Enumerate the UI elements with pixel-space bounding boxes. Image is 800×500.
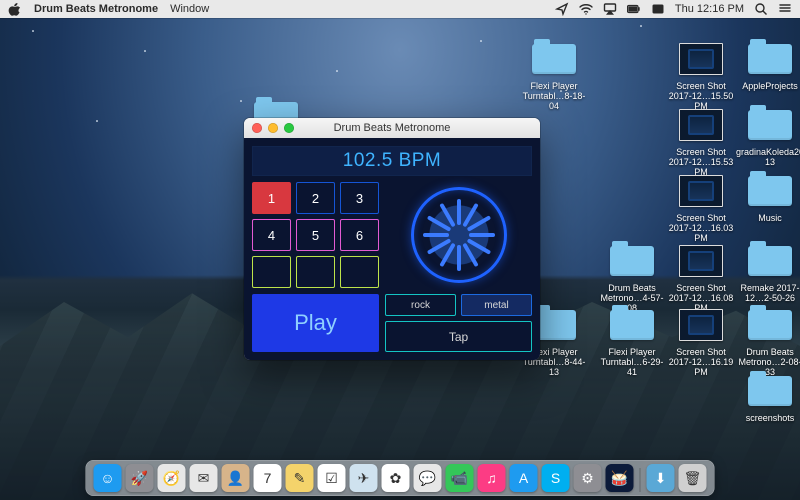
beat-pad-2[interactable]: 2 xyxy=(296,182,335,214)
desktop-icon-label: Flexi Player Turntabl…8-18-04 xyxy=(518,81,590,111)
beat-pad-3[interactable]: 3 xyxy=(340,182,379,214)
menubar-app-name[interactable]: Drum Beats Metronome xyxy=(34,3,158,15)
desktop-icon-label: Flexi Player Turntabl…6-29-41 xyxy=(596,347,668,377)
desktop-folder[interactable]: AppleProjects xyxy=(734,40,800,91)
dock-separator xyxy=(640,468,641,492)
beat-pads-grid: 1 2 3 4 5 6 xyxy=(252,182,379,288)
beat-pad-1[interactable]: 1 xyxy=(252,182,291,214)
desktop-file[interactable]: Screen Shot 2017-12…16.03 PM xyxy=(665,172,737,243)
screenshot-thumbnail-icon xyxy=(679,109,723,141)
desktop-icon-label: AppleProjects xyxy=(742,81,798,91)
apple-menu-icon[interactable] xyxy=(8,2,22,16)
dock-app-maps[interactable]: ✈ xyxy=(350,464,378,492)
location-icon[interactable] xyxy=(555,2,569,16)
style-rock-button[interactable]: rock xyxy=(385,294,456,316)
menubar-clock[interactable]: Thu 12:16 PM xyxy=(675,3,744,15)
folder-icon xyxy=(748,44,792,74)
folder-icon xyxy=(748,246,792,276)
desktop-icon-label: Screen Shot 2017-12…16.03 PM xyxy=(665,213,737,243)
traffic-zoom-icon[interactable] xyxy=(284,123,294,133)
beat-pad-empty-3[interactable] xyxy=(340,256,379,288)
desktop-folder[interactable]: Drum Beats Metrono…2-08-33 xyxy=(734,306,800,377)
bpm-display: 102.5 BPM xyxy=(252,146,532,176)
desktop-file[interactable]: Screen Shot 2017-12…16.19 PM xyxy=(665,306,737,377)
desktop-icon-label: Screen Shot 2017-12…16.19 PM xyxy=(665,347,737,377)
app-body: 102.5 BPM 1 2 3 4 5 6 xyxy=(244,138,540,360)
folder-icon xyxy=(748,110,792,140)
dock-app-appstore[interactable]: A xyxy=(510,464,538,492)
desktop-folder[interactable]: Music xyxy=(734,172,800,223)
dock-app-drumbeats[interactable]: 🥁 xyxy=(606,464,634,492)
desktop-folder[interactable]: Flexi Player Turntabl…8-18-04 xyxy=(518,40,590,111)
menubar-menu-window[interactable]: Window xyxy=(170,3,209,15)
notification-center-icon[interactable] xyxy=(778,2,792,16)
desktop-icon-label: screenshots xyxy=(746,413,795,423)
folder-icon xyxy=(748,376,792,406)
screenshot-thumbnail-icon xyxy=(679,175,723,207)
tap-button[interactable]: Tap xyxy=(385,321,532,352)
dock-downloads-stack[interactable]: ⬇ xyxy=(647,464,675,492)
keyboard-language-icon[interactable]: A xyxy=(651,2,665,16)
desktop-icon-label: Remake 2017-12…2-50-26 xyxy=(734,283,800,303)
tempo-dial[interactable] xyxy=(411,187,507,283)
desktop: Drum Beats Metronome Window A Thu 12:16 … xyxy=(0,0,800,500)
screenshot-thumbnail-icon xyxy=(679,43,723,75)
desktop-folder[interactable]: Remake 2017-12…2-50-26 xyxy=(734,242,800,303)
desktop-file[interactable]: Screen Shot 2017-12…15.50 PM xyxy=(665,40,737,111)
window-titlebar[interactable]: Drum Beats Metronome xyxy=(244,118,540,138)
dock-app-contacts[interactable]: 👤 xyxy=(222,464,250,492)
folder-icon xyxy=(748,310,792,340)
dock-app-photos[interactable]: ✿ xyxy=(382,464,410,492)
spotlight-icon[interactable] xyxy=(754,2,768,16)
dock-app-facetime[interactable]: 📹 xyxy=(446,464,474,492)
beat-pad-empty-2[interactable] xyxy=(296,256,335,288)
dock-app-itunes[interactable]: ♫ xyxy=(478,464,506,492)
dock-trash[interactable]: 🗑 xyxy=(679,464,707,492)
dock-app-finder[interactable]: ☺ xyxy=(94,464,122,492)
dock-app-messages[interactable]: 💬 xyxy=(414,464,442,492)
play-button[interactable]: Play xyxy=(252,294,379,352)
airplay-icon[interactable] xyxy=(603,2,617,16)
wifi-icon[interactable] xyxy=(579,2,593,16)
desktop-folder[interactable]: gradinaKoleda2013 xyxy=(734,106,800,167)
dock-app-preferences[interactable]: ⚙ xyxy=(574,464,602,492)
screenshot-thumbnail-icon xyxy=(679,309,723,341)
traffic-minimize-icon[interactable] xyxy=(268,123,278,133)
beat-pad-4[interactable]: 4 xyxy=(252,219,291,251)
desktop-file[interactable]: Screen Shot 2017-12…16.08 PM xyxy=(665,242,737,313)
dock: ☺🚀🧭✉👤7✎☑✈✿💬📹♫AS⚙🥁 ⬇🗑 xyxy=(86,460,715,496)
dock-app-launchpad[interactable]: 🚀 xyxy=(126,464,154,492)
style-metal-button[interactable]: metal xyxy=(461,294,532,316)
folder-icon xyxy=(610,310,654,340)
desktop-icon-label: gradinaKoleda2013 xyxy=(734,147,800,167)
desktop-folder[interactable]: Drum Beats Metrono…4-57-08 xyxy=(596,242,668,313)
desktop-icon-label: Music xyxy=(758,213,782,223)
dock-app-calendar[interactable]: 7 xyxy=(254,464,282,492)
desktop-file[interactable]: Screen Shot 2017-12…15.53 PM xyxy=(665,106,737,177)
beat-pad-empty-1[interactable] xyxy=(252,256,291,288)
battery-icon[interactable] xyxy=(627,2,641,16)
traffic-close-icon[interactable] xyxy=(252,123,262,133)
dock-app-notes[interactable]: ✎ xyxy=(286,464,314,492)
folder-icon xyxy=(748,176,792,206)
svg-text:A: A xyxy=(655,5,661,14)
dock-app-mail[interactable]: ✉ xyxy=(190,464,218,492)
dock-app-reminders[interactable]: ☑ xyxy=(318,464,346,492)
desktop-folder[interactable]: screenshots xyxy=(734,372,800,423)
app-window: Drum Beats Metronome 102.5 BPM 1 2 3 4 5… xyxy=(244,118,540,360)
menubar: Drum Beats Metronome Window A Thu 12:16 … xyxy=(0,0,800,18)
folder-icon xyxy=(532,44,576,74)
folder-icon xyxy=(610,246,654,276)
dock-app-safari[interactable]: 🧭 xyxy=(158,464,186,492)
screenshot-thumbnail-icon xyxy=(679,245,723,277)
beat-pad-6[interactable]: 6 xyxy=(340,219,379,251)
dock-app-skype[interactable]: S xyxy=(542,464,570,492)
desktop-folder[interactable]: Flexi Player Turntabl…6-29-41 xyxy=(596,306,668,377)
beat-pad-5[interactable]: 5 xyxy=(296,219,335,251)
